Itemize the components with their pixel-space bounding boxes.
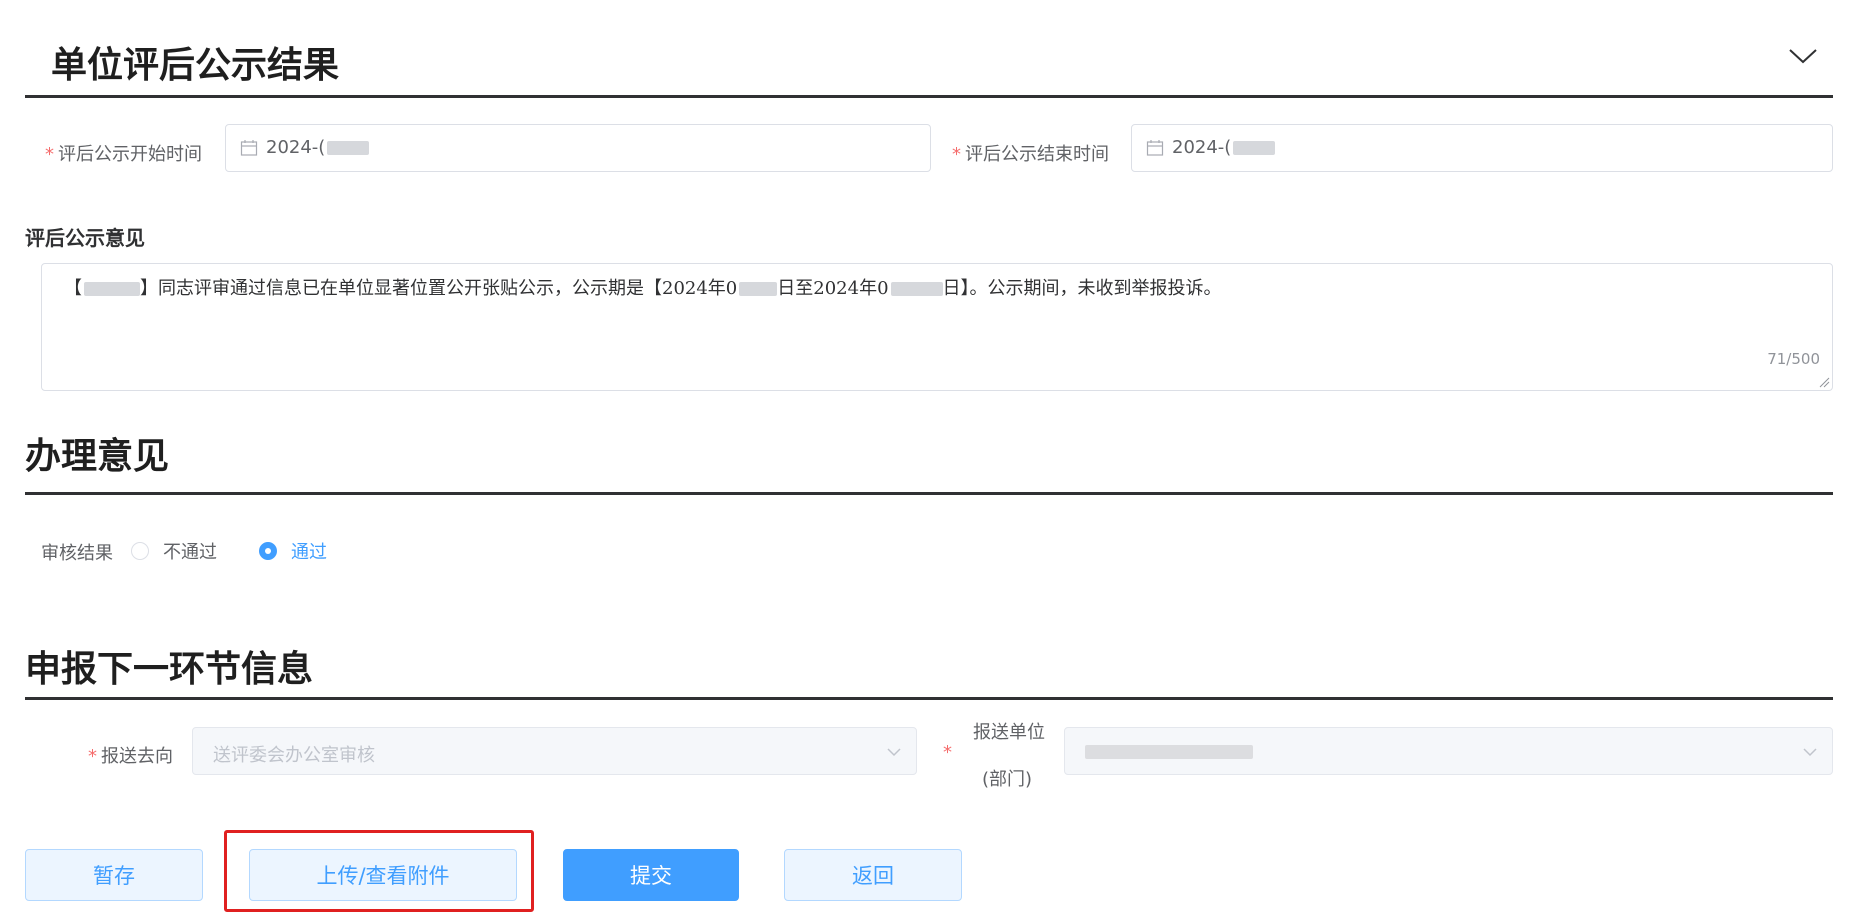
radio-label: 不通过 — [163, 542, 217, 563]
radio-approve[interactable]: 通过 — [259, 538, 327, 564]
section-header-handling: 办理意见 — [25, 436, 1833, 495]
upload-attachment-button[interactable]: 上传/查看附件 — [249, 849, 517, 901]
char-count: 71/500 — [1767, 350, 1820, 368]
direction-label: * 报送去向 — [88, 746, 173, 767]
opinion-text: 【】同志评审通过信息已在单位显著位置公开张贴公示，公示期是【2024年0 日至20… — [64, 278, 1222, 299]
section-header-publicity: 单位评后公示结果 — [25, 0, 1833, 98]
direction-select[interactable]: 送评委会办公室审核 — [192, 727, 917, 775]
resize-grip-icon[interactable] — [1818, 376, 1830, 388]
select-arrow-icon — [887, 748, 901, 757]
end-date-value: 2024-( — [1172, 137, 1276, 158]
back-button[interactable]: 返回 — [784, 849, 962, 901]
submit-button[interactable]: 提交 — [563, 849, 739, 901]
section-title: 申报下一环节信息 — [25, 649, 314, 690]
opinion-textarea[interactable]: 【】同志评审通过信息已在单位显著位置公开张贴公示，公示期是【2024年0 日至20… — [41, 263, 1833, 391]
select-arrow-icon — [1803, 748, 1817, 757]
radio-reject[interactable]: 不通过 — [131, 538, 217, 564]
start-time-label: * 评后公示开始时间 — [45, 144, 202, 165]
section-title: 单位评后公示结果 — [51, 45, 340, 86]
start-date-value: 2024-( — [266, 137, 370, 158]
save-draft-button[interactable]: 暂存 — [25, 849, 203, 901]
unit-label-line2: (部门) — [982, 769, 1033, 790]
end-time-label: * 评后公示结束时间 — [952, 144, 1109, 165]
unit-select[interactable] — [1064, 727, 1833, 775]
radio-label: 通过 — [291, 542, 327, 563]
redacted-value — [1085, 745, 1253, 759]
end-date-input[interactable]: 2024-( — [1131, 124, 1833, 172]
review-result-label: 审核结果 — [41, 543, 113, 564]
required-mark: * — [943, 742, 952, 763]
radio-dot — [131, 542, 149, 560]
calendar-icon — [1146, 140, 1164, 156]
chevron-down-icon[interactable] — [1787, 44, 1819, 68]
opinion-title: 评后公示意见 — [25, 226, 145, 250]
unit-label-line1: 报送单位 — [973, 722, 1045, 743]
section-header-next-step: 申报下一环节信息 — [25, 649, 1833, 700]
calendar-icon — [240, 140, 258, 156]
start-date-input[interactable]: 2024-( — [225, 124, 931, 172]
section-title: 办理意见 — [25, 436, 170, 477]
radio-dot — [259, 542, 277, 560]
direction-value: 送评委会办公室审核 — [213, 745, 375, 766]
